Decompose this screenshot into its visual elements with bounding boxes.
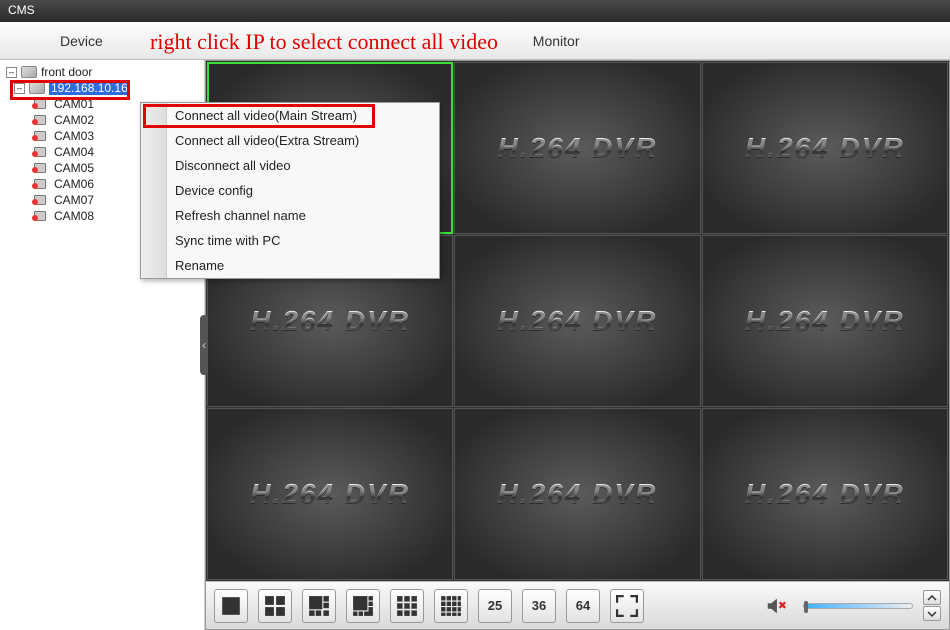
camera-icon: [32, 130, 50, 142]
video-cell-2[interactable]: H.264 DVR: [454, 62, 700, 234]
tree-camera-label: CAM08: [54, 209, 94, 223]
page-up-button[interactable]: [923, 590, 941, 605]
video-cell-3[interactable]: H.264 DVR: [702, 62, 948, 234]
layout-25-button[interactable]: 25: [478, 589, 512, 623]
tree-ip-label: 192.168.10.16: [49, 81, 130, 95]
page-up-down: [923, 590, 941, 621]
video-cell-8[interactable]: H.264 DVR: [454, 408, 700, 580]
dvr-placeholder: H.264 DVR: [745, 478, 905, 510]
dvr-placeholder: H.264 DVR: [745, 132, 905, 164]
camera-icon: [32, 178, 50, 190]
video-cell-5[interactable]: H.264 DVR: [454, 235, 700, 407]
bottom-controls: 25 36 64: [206, 581, 949, 629]
layout-1-icon: [220, 595, 242, 617]
dvr-placeholder: H.264 DVR: [250, 305, 410, 337]
layout-16-button[interactable]: [434, 589, 468, 623]
tree-camera-label: CAM04: [54, 145, 94, 159]
chevron-up-icon: [927, 594, 937, 602]
dvr-placeholder: H.264 DVR: [498, 478, 658, 510]
dvr-placeholder: H.264 DVR: [498, 132, 658, 164]
camera-icon: [32, 114, 50, 126]
camera-icon: [32, 98, 50, 110]
mute-button[interactable]: [759, 589, 793, 623]
dvr-placeholder: H.264 DVR: [745, 305, 905, 337]
layout-1-button[interactable]: [214, 589, 248, 623]
instruction-annotation: right click IP to select connect all vid…: [150, 29, 498, 55]
dvr-placeholder: H.264 DVR: [250, 478, 410, 510]
fullscreen-icon: [616, 595, 638, 617]
layout-4-icon: [264, 595, 286, 617]
layout-16-icon: [440, 595, 462, 617]
video-cell-9[interactable]: H.264 DVR: [702, 408, 948, 580]
chevron-down-icon: [927, 610, 937, 618]
menu-monitor[interactable]: Monitor: [533, 33, 580, 49]
tree-camera-label: CAM02: [54, 113, 94, 127]
tree-camera-label: CAM01: [54, 97, 94, 111]
context-menu: Connect all video(Main Stream)Connect al…: [140, 102, 440, 279]
tree-root[interactable]: – front door: [2, 64, 202, 80]
window-title: CMS: [8, 3, 35, 17]
tree-ip-node[interactable]: – 192.168.10.16: [2, 80, 202, 96]
dvr-placeholder: H.264 DVR: [498, 305, 658, 337]
page-down-button[interactable]: [923, 606, 941, 621]
titlebar: CMS: [0, 0, 950, 22]
video-cell-6[interactable]: H.264 DVR: [702, 235, 948, 407]
camera-icon: [32, 194, 50, 206]
layout-64-button[interactable]: 64: [566, 589, 600, 623]
tree-camera-label: CAM06: [54, 177, 94, 191]
camera-icon: [32, 162, 50, 174]
computer-icon: [21, 66, 37, 78]
collapse-icon[interactable]: –: [6, 67, 17, 78]
context-menu-item[interactable]: Disconnect all video: [141, 153, 439, 178]
layout-9-button[interactable]: [390, 589, 424, 623]
layout-36-button[interactable]: 36: [522, 589, 556, 623]
dvr-icon: [29, 82, 45, 94]
app-window: CMS Device right click IP to select conn…: [0, 0, 950, 630]
fullscreen-button[interactable]: [610, 589, 644, 623]
tree-camera-label: CAM07: [54, 193, 94, 207]
context-menu-item[interactable]: Refresh channel name: [141, 203, 439, 228]
toolbar: Device right click IP to select connect …: [0, 22, 950, 60]
context-menu-item[interactable]: Connect all video(Main Stream): [141, 103, 439, 128]
layout-9-icon: [396, 595, 418, 617]
layout-8-button[interactable]: [346, 589, 380, 623]
layout-6-button[interactable]: [302, 589, 336, 623]
camera-icon: [32, 146, 50, 158]
speaker-mute-icon: [765, 595, 787, 617]
camera-icon: [32, 210, 50, 222]
tree-camera-label: CAM05: [54, 161, 94, 175]
collapse-icon[interactable]: –: [14, 83, 25, 94]
tree-camera-label: CAM03: [54, 129, 94, 143]
menu-device[interactable]: Device: [60, 33, 103, 49]
context-menu-item[interactable]: Connect all video(Extra Stream): [141, 128, 439, 153]
tree-root-label: front door: [41, 65, 92, 79]
sidebar-collapse-handle[interactable]: ‹: [200, 315, 208, 375]
context-menu-item[interactable]: Sync time with PC: [141, 228, 439, 253]
video-cell-7[interactable]: H.264 DVR: [207, 408, 453, 580]
layout-8-icon: [352, 595, 374, 617]
layout-4-button[interactable]: [258, 589, 292, 623]
volume-slider[interactable]: [803, 603, 913, 609]
context-menu-item[interactable]: Rename: [141, 253, 439, 278]
context-menu-item[interactable]: Device config: [141, 178, 439, 203]
layout-6-icon: [308, 595, 330, 617]
